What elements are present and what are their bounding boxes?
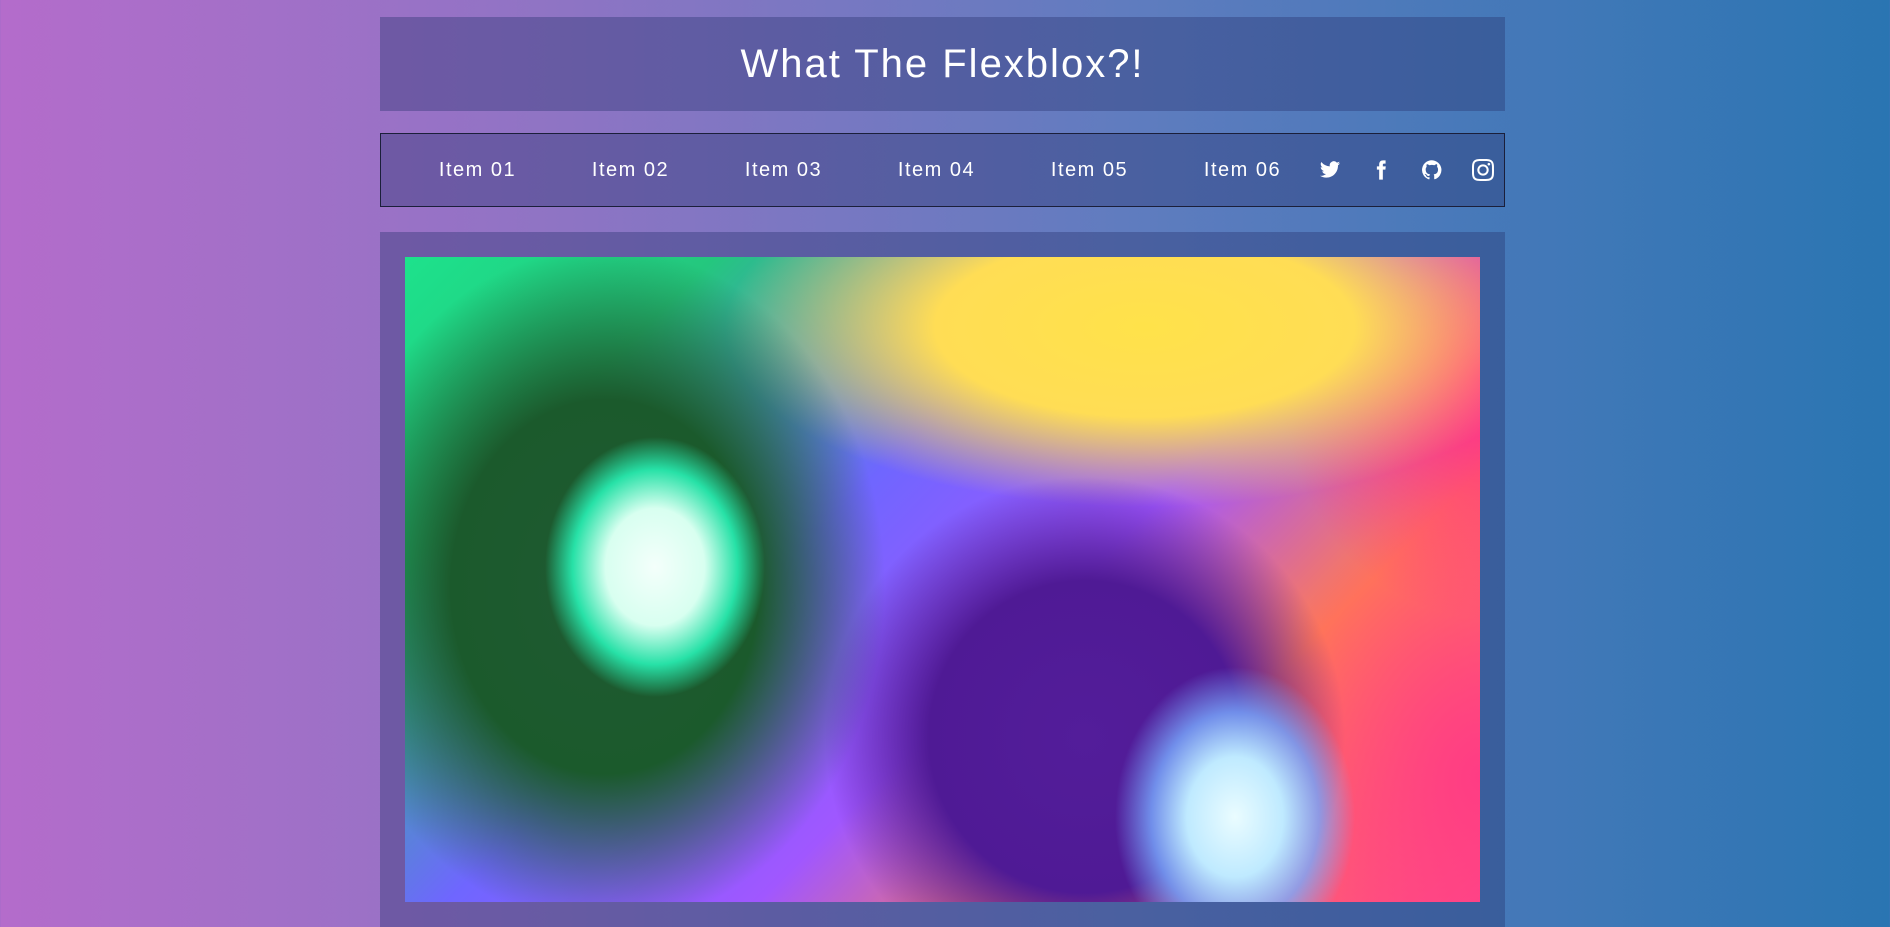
twitter-icon[interactable] — [1319, 159, 1341, 181]
main-content — [380, 232, 1505, 927]
nav-item-02[interactable]: Item 02 — [554, 159, 707, 182]
nav-item-01[interactable]: Item 01 — [401, 159, 554, 182]
nav-item-03[interactable]: Item 03 — [707, 159, 860, 182]
instagram-icon[interactable] — [1472, 159, 1494, 181]
nav-item-04[interactable]: Item 04 — [860, 159, 1013, 182]
page-title: What The Flexblox?! — [740, 41, 1145, 86]
nav-item-05[interactable]: Item 05 — [1013, 159, 1166, 182]
page-container: What The Flexblox?! Item 01 Item 02 Item… — [380, 17, 1505, 927]
facebook-icon[interactable] — [1370, 159, 1392, 181]
page-header: What The Flexblox?! — [380, 17, 1505, 111]
github-icon[interactable] — [1421, 159, 1443, 181]
main-nav: Item 01 Item 02 Item 03 Item 04 Item 05 … — [380, 133, 1505, 207]
nav-items: Item 01 Item 02 Item 03 Item 04 Item 05 … — [401, 159, 1319, 182]
social-links — [1319, 159, 1494, 181]
nav-item-06[interactable]: Item 06 — [1166, 159, 1319, 182]
hero-image — [405, 257, 1480, 902]
